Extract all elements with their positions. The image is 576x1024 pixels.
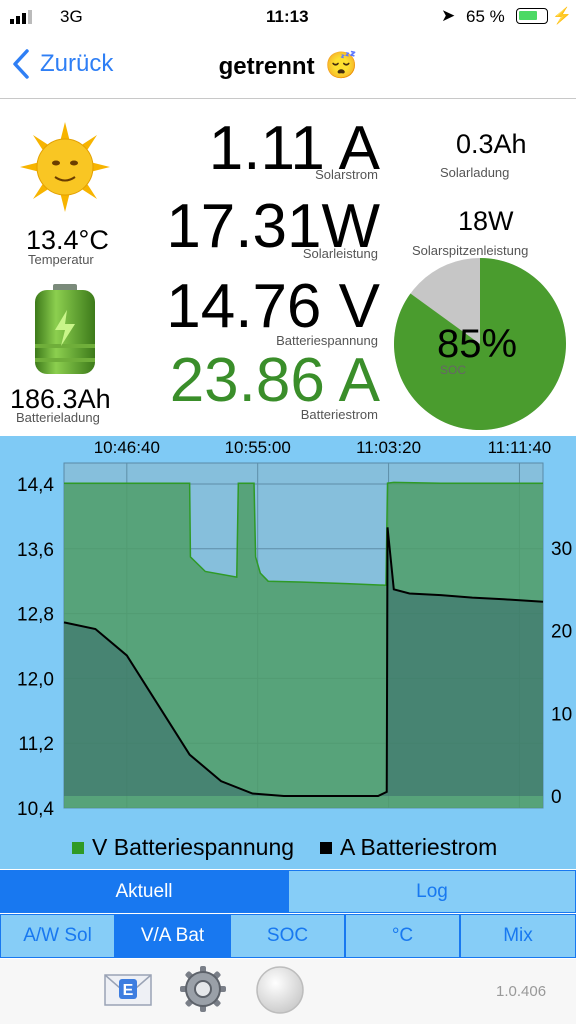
page-title: getrennt 😴: [218, 50, 358, 80]
bottom-toolbar: E 1.0.406: [0, 959, 576, 1024]
y-right-tick-label: 20: [551, 622, 572, 643]
y-left-tick-label: 10,4: [17, 799, 54, 820]
location-arrow-icon: ➤: [441, 6, 456, 25]
carrier-label: 3G: [60, 7, 83, 26]
y-right-tick-label: 0: [551, 787, 562, 808]
settings-gear-icon[interactable]: [179, 965, 227, 1013]
temperature-label: Temperatur: [28, 252, 94, 267]
record-button-icon[interactable]: [255, 965, 305, 1015]
sleeping-face-icon: 😴: [325, 50, 358, 80]
battery-icon: [35, 284, 95, 374]
battery-percent: 65 %: [466, 7, 505, 26]
soc-value: 85%: [437, 322, 518, 366]
battery-voltage-value: 14.76 V: [166, 272, 380, 341]
version-label: 1.0.406: [496, 983, 547, 1000]
sun-icon: [20, 122, 110, 212]
phone-battery-icon: [516, 8, 548, 24]
x-tick-label: 11:11:40: [488, 438, 552, 457]
y-left-tick-label: 11,2: [18, 734, 54, 755]
legend-swatch: [320, 842, 332, 854]
svg-text:E: E: [123, 982, 134, 999]
main-tabs: Aktuell Log: [0, 870, 576, 913]
solar-peak-value: 18W: [458, 206, 514, 236]
clock: 11:13: [266, 7, 309, 26]
battery-current-block: 23.86 A: [170, 350, 380, 412]
x-tick-label: 10:55:00: [225, 438, 291, 457]
battery-current-label: Batteriestrom: [300, 407, 378, 422]
voltage-current-chart: 14,4 13,6 12,8 12,0 11,2 10,4 30 20 10 0 10:46:40 1…: [0, 436, 576, 869]
solar-power-label: Solarleistung: [302, 246, 378, 261]
battery-current-value: 23.86 A: [169, 346, 380, 415]
y-left-tick-label: 12,8: [17, 605, 54, 626]
y-right-tick-label: 10: [551, 704, 572, 725]
x-tick-label: 10:46:40: [94, 438, 160, 457]
navigation-bar: Zurück getrennt 😴: [0, 34, 576, 99]
x-tick-label: 11:03:20: [356, 438, 421, 457]
subtab-celsius[interactable]: °C: [345, 914, 460, 958]
chart-svg: 14,4 13,6 12,8 12,0 11,2 10,4 30 20 10 0 10:46:40 1…: [17, 438, 572, 860]
y-left-tick-label: 13,6: [17, 540, 54, 561]
charging-bolt-icon: ⚡: [552, 8, 572, 25]
subtab-mix[interactable]: Mix: [460, 914, 576, 958]
subtab-va-bat[interactable]: V/A Bat: [115, 914, 230, 958]
solar-current-label: Solarstrom: [315, 167, 378, 182]
subtab-aw-sol[interactable]: A/W Sol: [0, 914, 115, 958]
temperature-value: 13.4°C: [26, 225, 109, 255]
y-right-tick-label: 30: [551, 539, 572, 560]
legend-label: A Batteriestrom: [340, 834, 497, 860]
email-icon[interactable]: E: [103, 969, 153, 1009]
y-left-tick-label: 14,4: [17, 475, 54, 496]
tab-log[interactable]: Log: [288, 870, 576, 913]
battery-charge-value: 186.3Ah: [10, 384, 111, 414]
y-left-tick-label: 12,0: [17, 669, 54, 690]
subtab-soc[interactable]: SOC: [230, 914, 345, 958]
battery-voltage-block: 14.76 V: [166, 276, 380, 338]
battery-charge-label: Batterieladung: [16, 410, 100, 425]
solar-charge-label: Solarladung: [440, 165, 510, 180]
solar-charge-value: 0.3Ah: [456, 129, 527, 159]
tab-aktuell[interactable]: Aktuell: [0, 870, 288, 913]
status-bar: 3G 11:13 ➤ 65 % ⚡: [0, 0, 576, 34]
signal-icon: [10, 10, 38, 24]
legend-swatch: [72, 842, 84, 854]
legend-label: V Batteriespannung: [92, 834, 294, 860]
sub-tabs: A/W Sol V/A Bat SOC °C Mix: [0, 914, 576, 958]
